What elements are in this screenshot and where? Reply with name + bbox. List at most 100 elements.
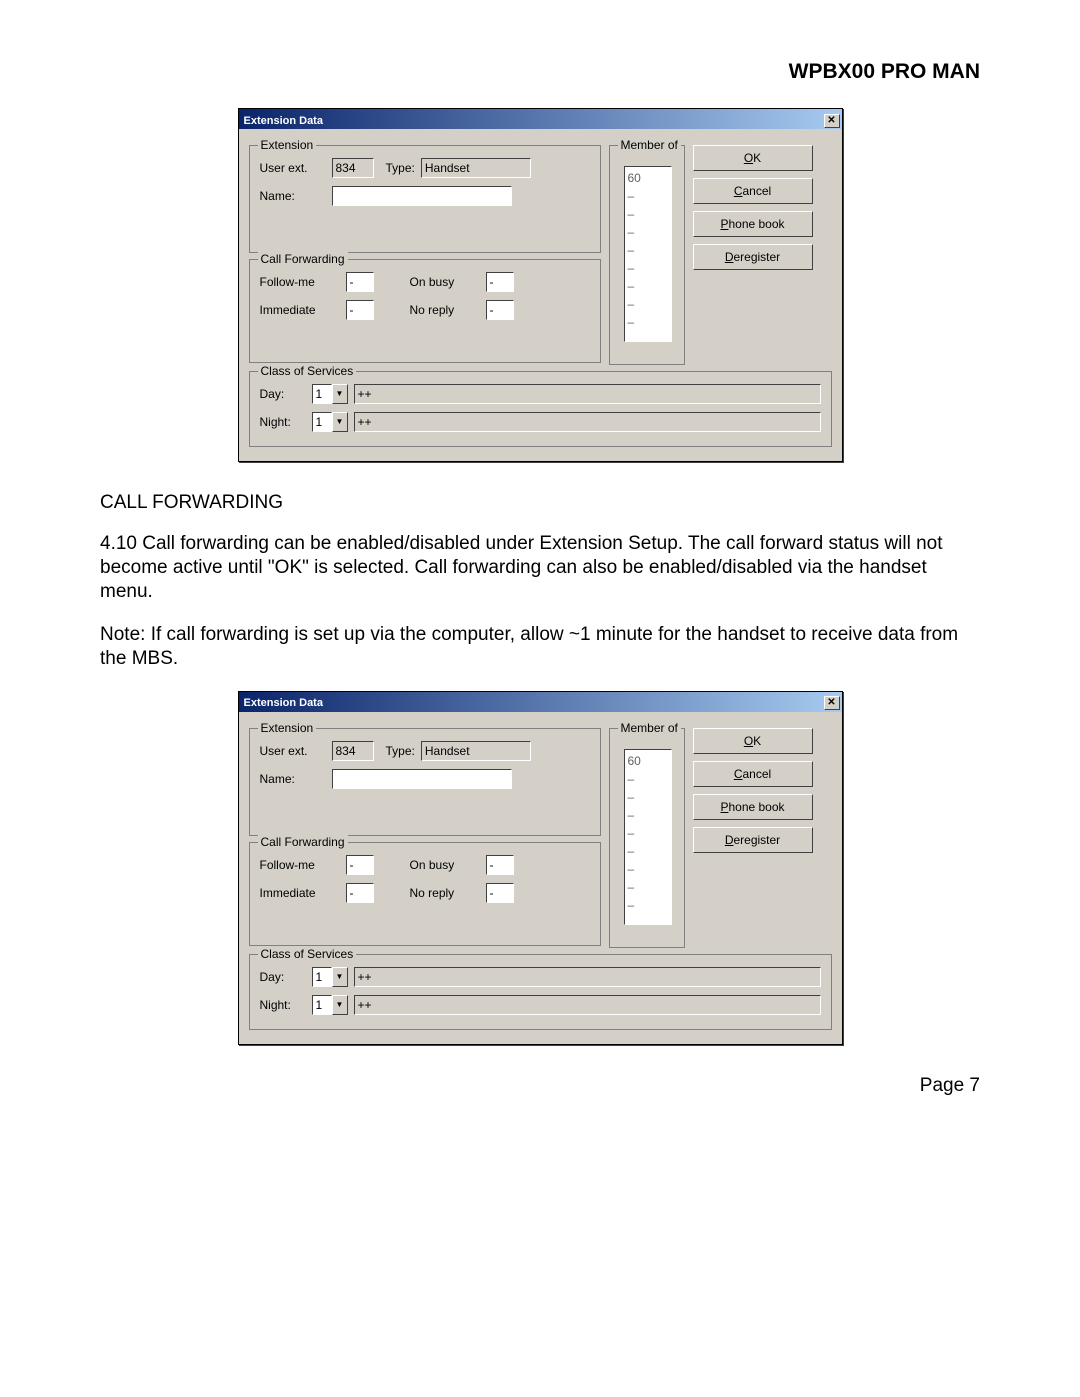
user-ext-label: User ext.: [260, 744, 326, 758]
extension-data-dialog: Extension Data ✕ Extension User ext. 834…: [238, 108, 843, 462]
cos-legend: Class of Services: [258, 364, 357, 378]
chevron-down-icon[interactable]: ▼: [332, 412, 348, 432]
name-field[interactable]: [332, 186, 512, 206]
day-combo[interactable]: 1 ▼: [312, 384, 348, 404]
chevron-down-icon[interactable]: ▼: [332, 967, 348, 987]
list-item: –: [628, 223, 668, 241]
follow-me-field[interactable]: -: [346, 855, 374, 875]
no-reply-field[interactable]: -: [486, 883, 514, 903]
extension-group: Extension User ext. 834 Type: Handset Na…: [249, 728, 601, 836]
night-combo[interactable]: 1 ▼: [312, 995, 348, 1015]
follow-me-field[interactable]: -: [346, 272, 374, 292]
list-item: –: [628, 896, 668, 914]
close-icon[interactable]: ✕: [824, 696, 840, 710]
day-label: Day:: [260, 387, 306, 401]
type-label: Type:: [386, 744, 415, 758]
type-label: Type:: [386, 161, 415, 175]
list-item: –: [628, 313, 668, 331]
close-icon[interactable]: ✕: [824, 114, 840, 128]
dialog-title: Extension Data: [244, 115, 323, 127]
list-item: –: [628, 842, 668, 860]
ok-button[interactable]: OK: [693, 728, 813, 754]
no-reply-label: No reply: [410, 303, 480, 317]
class-of-services-group: Class of Services Day: 1 ▼ ++ Night: 1 ▼: [249, 954, 832, 1030]
list-item: –: [628, 824, 668, 842]
name-field[interactable]: [332, 769, 512, 789]
on-busy-field[interactable]: -: [486, 855, 514, 875]
type-field: Handset: [421, 158, 531, 178]
night-value: 1: [312, 412, 332, 432]
user-ext-field: 834: [332, 741, 374, 761]
night-text-field: ++: [354, 412, 821, 432]
user-ext-field: 834: [332, 158, 374, 178]
list-item: –: [628, 295, 668, 313]
extension-data-dialog: Extension Data ✕ Extension User ext. 834…: [238, 691, 843, 1045]
member-legend: Member of: [618, 138, 681, 152]
member-of-group: Member of 60 – – – – – – – –: [609, 145, 685, 365]
extension-group: Extension User ext. 834 Type: Handset Na…: [249, 145, 601, 253]
list-item: –: [628, 205, 668, 223]
list-item: 60: [628, 169, 668, 187]
day-text-field: ++: [354, 967, 821, 987]
night-label: Night:: [260, 998, 306, 1012]
list-item: –: [628, 860, 668, 878]
page-number: Page 7: [100, 1075, 980, 1097]
immediate-label: Immediate: [260, 303, 340, 317]
member-legend: Member of: [618, 721, 681, 735]
immediate-field[interactable]: -: [346, 300, 374, 320]
list-item: –: [628, 878, 668, 896]
immediate-field[interactable]: -: [346, 883, 374, 903]
no-reply-field[interactable]: -: [486, 300, 514, 320]
chevron-down-icon[interactable]: ▼: [332, 384, 348, 404]
name-label: Name:: [260, 189, 326, 203]
day-value: 1: [312, 384, 332, 404]
member-of-group: Member of 60 – – – – – – – –: [609, 728, 685, 948]
phone-book-button[interactable]: Phone book: [693, 211, 813, 237]
cancel-button[interactable]: Cancel: [693, 178, 813, 204]
body-paragraph: Note: If call forwarding is set up via t…: [100, 623, 980, 671]
ok-button[interactable]: OK: [693, 145, 813, 171]
no-reply-label: No reply: [410, 886, 480, 900]
member-list[interactable]: 60 – – – – – – – –: [624, 749, 672, 925]
list-item: –: [628, 241, 668, 259]
day-text-field: ++: [354, 384, 821, 404]
follow-me-label: Follow-me: [260, 275, 340, 289]
list-item: –: [628, 806, 668, 824]
night-label: Night:: [260, 415, 306, 429]
night-value: 1: [312, 995, 332, 1015]
call-forwarding-group: Call Forwarding Follow-me - On busy - Im…: [249, 842, 601, 946]
cos-legend: Class of Services: [258, 947, 357, 961]
deregister-button[interactable]: Deregister: [693, 244, 813, 270]
on-busy-field[interactable]: -: [486, 272, 514, 292]
body-paragraph: 4.10 Call forwarding can be enabled/disa…: [100, 532, 980, 603]
immediate-label: Immediate: [260, 886, 340, 900]
type-field: Handset: [421, 741, 531, 761]
follow-me-label: Follow-me: [260, 858, 340, 872]
extension-legend: Extension: [258, 138, 317, 152]
chevron-down-icon[interactable]: ▼: [332, 995, 348, 1015]
deregister-button[interactable]: Deregister: [693, 827, 813, 853]
dialog-titlebar: Extension Data ✕: [239, 692, 842, 712]
name-label: Name:: [260, 772, 326, 786]
day-combo[interactable]: 1 ▼: [312, 967, 348, 987]
night-combo[interactable]: 1 ▼: [312, 412, 348, 432]
class-of-services-group: Class of Services Day: 1 ▼ ++ Night: 1 ▼: [249, 371, 832, 447]
extension-legend: Extension: [258, 721, 317, 735]
member-list[interactable]: 60 – – – – – – – –: [624, 166, 672, 342]
dialog-titlebar: Extension Data ✕: [239, 109, 842, 129]
document-header: WPBX00 PRO MAN: [100, 60, 980, 84]
list-item: –: [628, 277, 668, 295]
list-item: –: [628, 259, 668, 277]
list-item: 60: [628, 752, 668, 770]
dialog-title: Extension Data: [244, 697, 323, 709]
cancel-button[interactable]: Cancel: [693, 761, 813, 787]
section-heading: CALL FORWARDING: [100, 492, 980, 514]
call-forwarding-group: Call Forwarding Follow-me - On busy - Im…: [249, 259, 601, 363]
night-text-field: ++: [354, 995, 821, 1015]
list-item: –: [628, 187, 668, 205]
list-item: –: [628, 770, 668, 788]
on-busy-label: On busy: [410, 858, 480, 872]
list-item: –: [628, 788, 668, 806]
phone-book-button[interactable]: Phone book: [693, 794, 813, 820]
day-label: Day:: [260, 970, 306, 984]
